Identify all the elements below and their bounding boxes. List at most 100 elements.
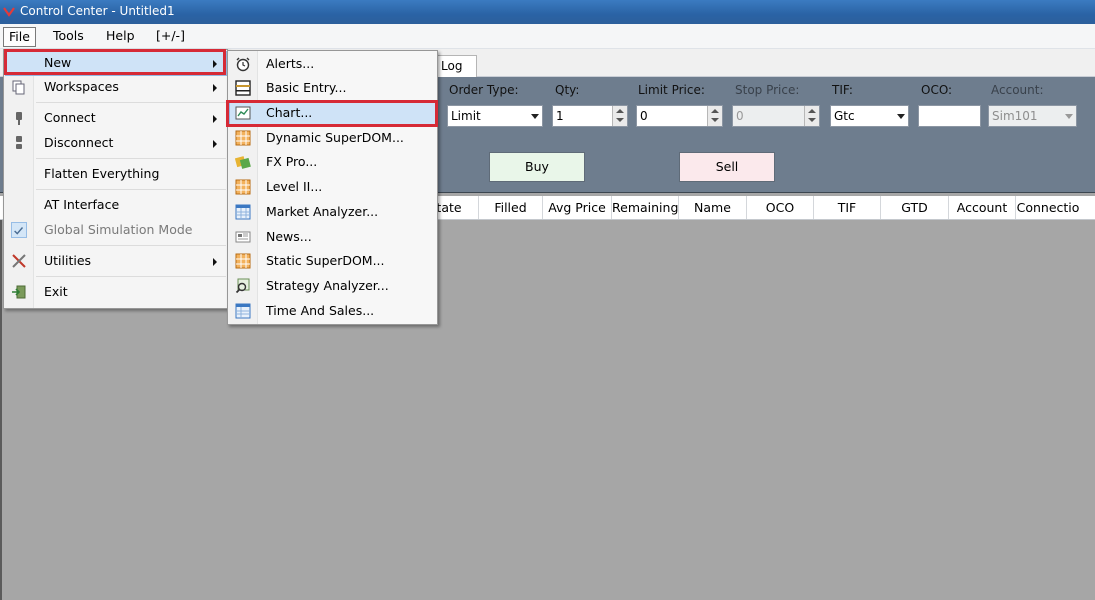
menu-item-market-analyzer[interactable]: Market Analyzer... [230,201,437,224]
chevron-down-icon [897,114,905,119]
account-value: Sim101 [992,109,1038,123]
news-icon [235,231,251,243]
menu-item-new[interactable]: New [5,51,227,76]
spin-up-icon [711,109,719,113]
menu-item-label: AT Interface [44,197,120,212]
spin-up-icon [808,109,816,113]
menu-item-chart[interactable]: Chart... [229,101,438,126]
menu-item-label: Market Analyzer... [266,204,379,219]
menu-item-exit[interactable]: Exit [6,281,226,304]
submenu-arrow-icon [213,115,217,123]
menu-item-global-simulation-mode[interactable]: Global Simulation Mode [6,219,226,242]
window-title: Control Center - Untitled1 [20,4,175,18]
limit-price-spin-buttons[interactable] [707,106,722,126]
menu-item-label: Time And Sales... [266,303,375,318]
limit-price-stepper[interactable]: 0 [636,105,723,127]
checkmark-icon [11,222,27,238]
qty-stepper[interactable]: 1 [552,105,628,127]
menu-item-dynamic-superdom[interactable]: Dynamic SuperDOM... [230,127,437,150]
order-type-value: Limit [451,109,481,123]
menu-item-label: Basic Entry... [266,80,347,95]
app-logo-icon [3,7,15,17]
column-header-oco[interactable]: OCO [747,196,814,219]
limit-price-value: 0 [640,109,648,123]
qty-label: Qty: [555,83,580,97]
spin-down-icon [808,118,816,122]
qty-spin-buttons[interactable] [612,106,627,126]
magnifier-icon [235,278,250,294]
menu-item-news[interactable]: News... [230,226,437,249]
menu-separator [36,102,226,103]
column-header-tif[interactable]: TIF [814,196,881,219]
stop-price-label: Stop Price: [735,83,800,97]
submenu-arrow-icon [213,60,217,68]
menu-item-disconnect[interactable]: Disconnect [6,132,226,155]
menu-item-label: Level II... [266,179,323,194]
oco-input[interactable] [918,105,981,127]
table-icon [235,303,251,319]
table-icon [235,204,251,220]
menu-bar: File Tools Help [+/-] [0,24,1095,49]
menu-item-connect[interactable]: Connect [6,107,226,130]
alarm-clock-icon [236,57,250,72]
qty-value: 1 [556,109,564,123]
menu-item-label: Dynamic SuperDOM... [266,130,404,145]
menu-item-label: News... [266,229,312,244]
stop-price-value: 0 [736,109,744,123]
order-type-select[interactable]: Limit [447,105,543,127]
submenu-arrow-icon [213,140,217,148]
fx-icon [235,156,251,169]
menu-item-workspaces[interactable]: Workspaces [6,76,226,99]
grid-icon [235,179,251,195]
order-type-label: Order Type: [449,83,519,97]
menu-item-static-superdom[interactable]: Static SuperDOM... [230,250,437,273]
file-menu: New Workspaces Connect Disconnect Flatte… [3,49,228,309]
tif-select[interactable]: Gtc [830,105,909,127]
unplug-icon [16,136,22,149]
tab-log[interactable]: Log [437,55,477,77]
tools-icon [12,254,26,268]
menu-item-time-and-sales[interactable]: Time And Sales... [230,300,437,323]
column-header-avg-price[interactable]: Avg Price [543,196,612,219]
menu-item-strategy-analyzer[interactable]: Strategy Analyzer... [230,275,437,298]
buy-button[interactable]: Buy [489,152,585,182]
column-header-name[interactable]: Name [679,196,747,219]
submenu-arrow-icon [213,258,217,266]
menu-help[interactable]: Help [101,27,140,47]
sell-button[interactable]: Sell [679,152,775,182]
menu-item-basic-entry[interactable]: Basic Entry... [230,77,437,100]
stop-price-spin-buttons [804,106,819,126]
menu-item-label: Workspaces [44,79,119,94]
spin-up-icon [616,109,624,113]
menu-item-level-ii[interactable]: Level II... [230,176,437,199]
menu-item-alerts[interactable]: Alerts... [230,53,437,76]
grid-icon [235,130,251,146]
oco-label: OCO: [921,83,953,97]
spin-down-icon [711,118,719,122]
menu-item-label: Flatten Everything [44,166,160,181]
menu-item-fx-pro[interactable]: FX Pro... [230,151,437,174]
menu-file[interactable]: File [3,27,36,47]
menu-item-flatten-everything[interactable]: Flatten Everything [6,163,226,186]
title-bar: Control Center - Untitled1 [0,0,1095,24]
documents-icon [12,80,25,95]
menu-item-utilities[interactable]: Utilities [6,250,226,273]
menu-item-label: Static SuperDOM... [266,253,385,268]
column-header-remaining[interactable]: Remaining [612,196,679,219]
menu-separator [36,189,226,190]
chevron-down-icon [1065,114,1073,119]
column-header-gtd[interactable]: GTD [881,196,949,219]
stop-price-stepper: 0 [732,105,820,127]
menu-tools[interactable]: Tools [48,27,89,47]
menu-item-label: Global Simulation Mode [44,222,193,237]
account-label: Account: [991,83,1044,97]
column-header-account[interactable]: Account [949,196,1016,219]
column-header-filled[interactable]: Filled [479,196,543,219]
menu-item-label: Disconnect [44,135,114,150]
menu-expand-collapse[interactable]: [+/-] [151,27,190,47]
column-header-connection[interactable]: Connectio [1016,196,1080,219]
menu-item-at-interface[interactable]: AT Interface [6,194,226,217]
tif-label: TIF: [832,83,853,97]
menu-item-label: Chart... [266,105,313,120]
menu-item-label: FX Pro... [266,154,318,169]
